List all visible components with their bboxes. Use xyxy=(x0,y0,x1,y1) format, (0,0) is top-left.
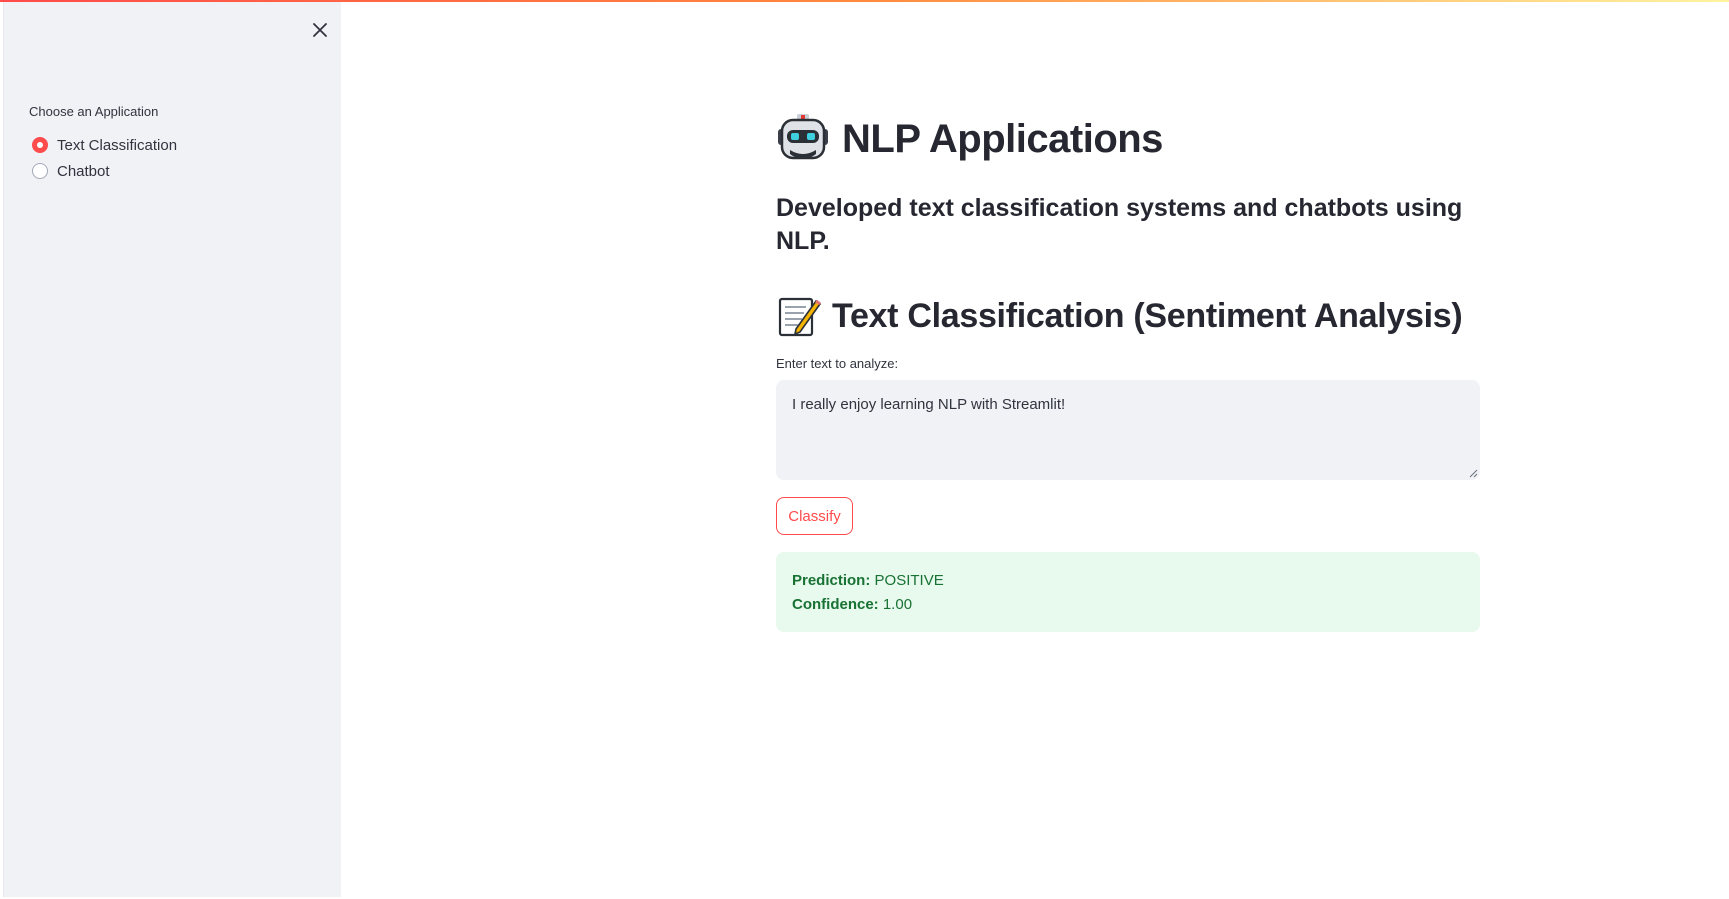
prediction-line: Prediction: POSITIVE xyxy=(792,569,1464,593)
prediction-result-box: Prediction: POSITIVE Confidence: 1.00 xyxy=(776,552,1480,632)
close-icon xyxy=(313,23,327,37)
radio-option-text-classification[interactable]: Text Classification xyxy=(32,132,177,158)
radio-option-label: Chatbot xyxy=(57,162,110,180)
classify-button[interactable]: Classify xyxy=(776,497,853,535)
text-input-area[interactable]: I really enjoy learning NLP with Streaml… xyxy=(776,380,1480,480)
prediction-label: Prediction: xyxy=(792,572,871,589)
section-title: Text Classification (Sentiment Analysis) xyxy=(832,296,1463,335)
confidence-label: Confidence: xyxy=(792,596,879,613)
robot-icon xyxy=(778,114,828,160)
page-title: NLP Applications xyxy=(842,116,1163,161)
close-sidebar-button[interactable] xyxy=(308,18,332,42)
radio-group-label: Choose an Application xyxy=(29,104,159,119)
confidence-line: Confidence: 1.00 xyxy=(792,593,1464,617)
page-title-row: NLP Applications xyxy=(776,112,1163,166)
prediction-value: POSITIVE xyxy=(874,572,944,589)
section-header: Text Classification (Sentiment Analysis) xyxy=(776,293,1463,339)
radio-option-chatbot[interactable]: Chatbot xyxy=(32,158,177,184)
radio-selected-icon xyxy=(32,137,48,153)
application-radio-group: Text Classification Chatbot xyxy=(32,132,177,184)
memo-icon xyxy=(778,297,822,337)
page-subtitle: Developed text classification systems an… xyxy=(776,194,1463,255)
sidebar: Choose an Application Text Classificatio… xyxy=(3,2,341,897)
text-input-label: Enter text to analyze: xyxy=(776,356,899,371)
radio-unselected-icon xyxy=(32,163,48,179)
radio-option-label: Text Classification xyxy=(57,136,178,154)
resize-handle-icon[interactable] xyxy=(1468,468,1478,478)
confidence-value: 1.00 xyxy=(882,596,913,613)
